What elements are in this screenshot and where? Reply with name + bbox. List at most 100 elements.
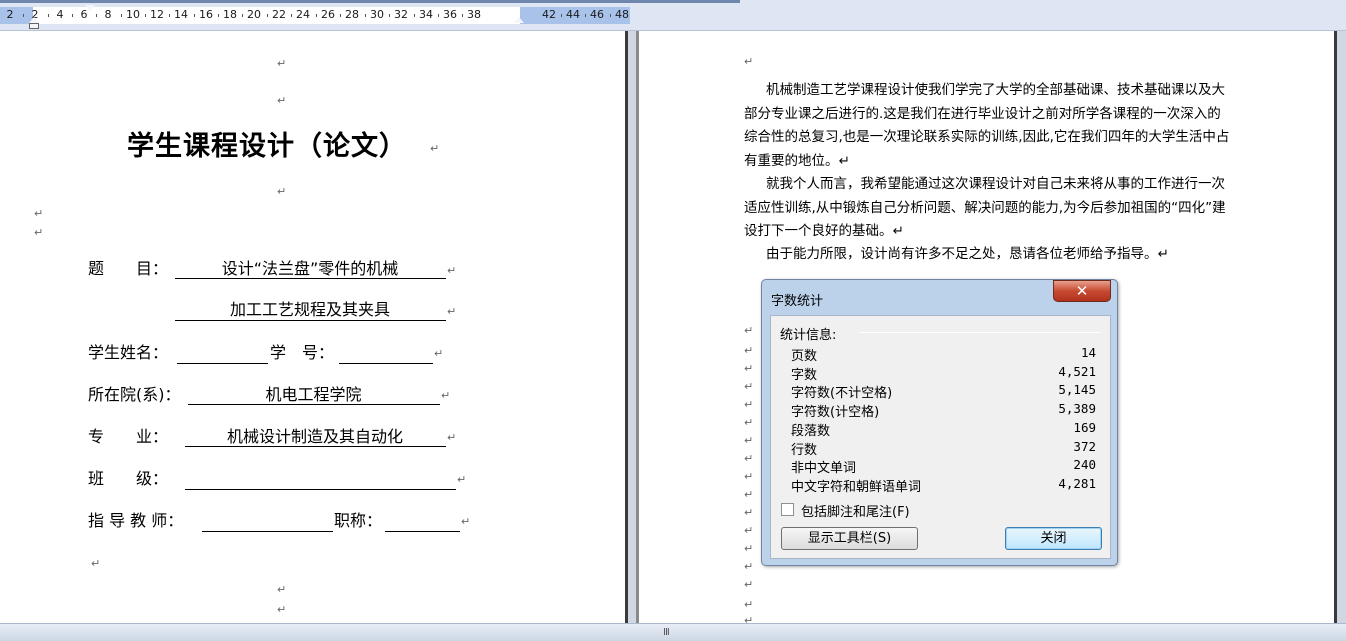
include-footnotes-label[interactable]: 包括脚注和尾注(F) (801, 501, 910, 520)
body-paragraph-2: 就我个人而言，我希望能通过这次课程设计对自己未来将从事的工作进行一次适应性训练,… (744, 176, 1226, 239)
ruler-tick (462, 14, 463, 17)
ruler-tick (585, 14, 586, 17)
dialog-close-icon[interactable]: ✕ (1053, 280, 1111, 302)
paragraph-mark: ↵ (744, 598, 754, 611)
ruler-tick (145, 14, 146, 17)
left-indent-marker[interactable] (29, 23, 39, 29)
ruler-tick (48, 14, 49, 17)
ruler-number: 42 (542, 8, 556, 21)
paragraph-mark: ↵ (744, 542, 754, 555)
stat-row: 行数 372 (791, 439, 1096, 458)
topic-label: 题 目： (88, 259, 169, 278)
window-right-edge (1337, 31, 1346, 623)
word-count-dialog: 字数统计 ✕ 统计信息: 页数 14 字数 4,521 字符数(不计空格) 5,145 字符… (761, 279, 1118, 566)
ruler-number: 20 (247, 8, 261, 21)
paragraph-mark: ↵ (744, 524, 754, 537)
class-label: 班 级： (88, 469, 169, 488)
stat-row: 字符数(不计空格) 5,145 (791, 382, 1096, 401)
paragraph-mark: ↵ (744, 434, 754, 447)
ruler-number: 28 (345, 8, 359, 21)
paragraph-mark: ↵ (744, 55, 754, 68)
student-id-label: 学 号： (270, 343, 335, 362)
close-button[interactable]: 关闭 (1005, 527, 1102, 550)
paragraph-mark: ↵ (447, 431, 457, 444)
ruler-number: 26 (321, 8, 335, 21)
body-paragraph-1: 机械制造工艺学课程设计使我们学完了大学的全部基础课、技术基础课以及大部分专业课之… (744, 82, 1230, 169)
splitter-grip-icon[interactable]: III (663, 627, 670, 638)
horizontal-ruler[interactable]: 2 2 4 6 8 10 12 14 16 18 20 22 24 26 28 30 32 34 36 38 42 44 4… (0, 0, 1346, 31)
page-left-edge (625, 31, 628, 623)
first-line-indent-marker[interactable] (85, 5, 95, 11)
body-paragraph-3: 由于能力所限，设计尚有许多不足之处，恳请各位老师给予指导。↵ (766, 246, 1169, 262)
major-field[interactable]: 机械设计制造及其自动化 (185, 427, 445, 447)
paragraph-mark: ↵ (461, 515, 471, 528)
ruler-tick (610, 14, 611, 17)
ruler-tick (169, 14, 170, 17)
ruler-tick (365, 14, 366, 17)
paragraph-mark: ↵ (447, 305, 457, 318)
ruler-tick (96, 14, 97, 17)
paragraph-mark: ↵ (430, 142, 440, 155)
paragraph-mark: ↵ (744, 578, 754, 591)
stat-row: 字符数(计空格) 5,389 (791, 401, 1096, 420)
ruler-tick (389, 14, 390, 17)
ruler-tick (561, 14, 562, 17)
department-field[interactable]: 机电工程学院 (188, 385, 439, 405)
ruler-tick (242, 14, 243, 17)
paragraph-mark: ↵ (34, 207, 44, 220)
ruler-tick (291, 14, 292, 17)
stat-value: 4,281 (1058, 475, 1096, 491)
stat-label: 字符数(不计空格) (791, 386, 893, 402)
dialog-title: 字数统计 (771, 294, 824, 309)
paragraph-mark: ↵ (441, 389, 451, 402)
ruler-tick (23, 14, 24, 17)
student-id-underline (339, 363, 433, 364)
stat-value: 4,521 (1058, 363, 1096, 379)
ruler-number: 16 (199, 8, 213, 21)
ruler-number: 44 (566, 8, 580, 21)
ruler-tick (218, 14, 219, 17)
ruler-number: 36 (443, 8, 457, 21)
paragraph-mark: ↵ (744, 452, 754, 465)
ruler-number: 48 (615, 8, 629, 21)
stat-row: 非中文单词 240 (791, 457, 1096, 476)
student-name-underline (177, 363, 268, 364)
ruler-number: 38 (467, 8, 481, 21)
topic-underline-1 (175, 278, 446, 279)
ruler-top-line (0, 0, 740, 3)
ruler-number: 18 (223, 8, 237, 21)
stat-label: 字数 (791, 367, 818, 383)
stat-label: 字符数(计空格) (791, 405, 880, 421)
ruler-number: 34 (419, 8, 433, 21)
paragraph-mark: ↵ (744, 324, 754, 337)
rank-underline (385, 531, 460, 532)
stat-value: 5,389 (1058, 401, 1096, 417)
major-label: 专 业： (88, 427, 169, 446)
class-underline (185, 489, 456, 490)
stat-label: 段落数 (791, 423, 831, 439)
ruler-tick (194, 14, 195, 17)
include-footnotes-checkbox[interactable] (781, 503, 794, 516)
horizontal-scroll-area[interactable]: III (0, 623, 1346, 641)
stats-section-label: 统计信息: (780, 328, 837, 343)
paragraph-mark: ↵ (447, 264, 457, 277)
ruler-number: 22 (272, 8, 286, 21)
ruler-number: 2 (6, 8, 14, 21)
paragraph-mark: ↵ (744, 416, 754, 429)
ruler-number: 4 (56, 8, 64, 21)
word-window: { "ruler": { "numbers": ["2","2","4","6"… (0, 0, 1346, 641)
paragraph-mark: ↵ (277, 603, 287, 616)
stat-value: 5,145 (1058, 382, 1096, 398)
ruler-number: 30 (370, 8, 384, 21)
stat-row: 段落数 169 (791, 420, 1096, 439)
stats-divider (859, 332, 1101, 333)
show-toolbar-button[interactable]: 显示工具栏(S) (781, 527, 918, 550)
paragraph-mark: ↵ (277, 185, 287, 198)
paragraph-mark: ↵ (744, 344, 754, 357)
ruler-tick (72, 14, 73, 17)
stat-row: 字数 4,521 (791, 364, 1096, 383)
topic-value-line1: 设计“法兰盘”零件的机械 (221, 259, 399, 278)
page-left[interactable] (0, 31, 625, 623)
right-indent-marker[interactable] (514, 17, 524, 23)
paragraph-mark: ↵ (91, 557, 101, 570)
